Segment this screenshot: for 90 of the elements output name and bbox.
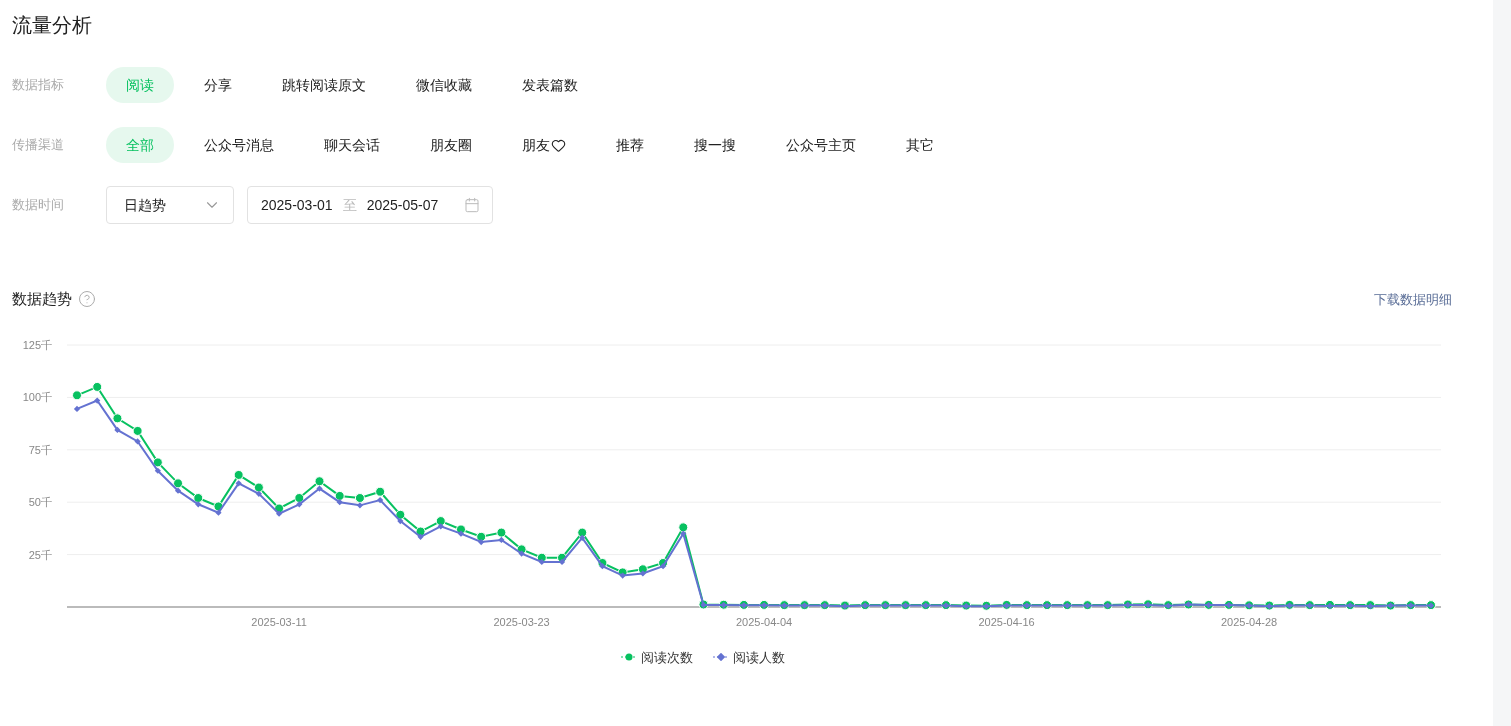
circle-marker xyxy=(274,503,285,513)
circle-marker xyxy=(476,531,487,542)
circle-marker xyxy=(132,425,143,436)
y-axis-label: 25千 xyxy=(28,548,52,561)
legend-label: 阅读人数 xyxy=(732,648,785,667)
download-link[interactable]: 下载数据明细 xyxy=(1374,289,1452,309)
diamond-marker xyxy=(296,500,303,507)
filter-option[interactable]: 微信收藏 xyxy=(396,67,492,103)
diamond-marker xyxy=(599,562,606,569)
diamond-marker xyxy=(558,558,566,565)
filter-option[interactable]: 发表篇数 xyxy=(502,67,598,103)
circle-marker xyxy=(72,389,82,400)
circle-marker xyxy=(678,521,689,532)
diamond-marker xyxy=(457,530,465,537)
y-axis-label: 100千 xyxy=(22,390,52,403)
y-axis-label: 50千 xyxy=(28,495,52,508)
granularity-dropdown[interactable]: 日趋势 xyxy=(106,186,234,224)
diamond-marker xyxy=(397,517,404,524)
heart-icon xyxy=(551,137,566,153)
y-axis-label: 75千 xyxy=(28,443,52,456)
x-axis-label: 2025-03-11 xyxy=(251,615,307,628)
circle-marker xyxy=(92,381,103,392)
circle-marker xyxy=(334,490,345,501)
diamond-marker xyxy=(195,500,202,507)
circle-marker xyxy=(193,492,204,503)
filter-option[interactable]: 跳转阅读原文 xyxy=(262,67,386,103)
circle-marker xyxy=(435,515,446,526)
circle-marker xyxy=(375,486,386,497)
x-axis-label: 2025-04-04 xyxy=(735,615,793,628)
end-date: 2025-05-07 xyxy=(366,196,439,215)
range-separator: 至 xyxy=(342,196,357,215)
diamond-marker xyxy=(94,396,101,404)
page-title: 流量分析 xyxy=(12,13,92,37)
diamond-marker xyxy=(276,510,283,517)
diamond-marker xyxy=(619,571,626,579)
filter-option[interactable]: 公众号主页 xyxy=(766,127,876,163)
filter-option[interactable]: 搜一搜 xyxy=(674,127,756,163)
circle-marker xyxy=(354,492,365,503)
diamond-marker xyxy=(659,562,667,569)
legend-dot-icon xyxy=(620,653,637,662)
diamond-marker xyxy=(134,437,141,445)
circle-marker xyxy=(395,509,406,520)
filter-label: 传播渠道 xyxy=(12,136,65,155)
diamond-marker xyxy=(73,405,81,412)
x-axis-label: 2025-04-16 xyxy=(978,615,1035,628)
filter-option[interactable]: 朋友圈 xyxy=(410,127,492,163)
diamond-marker xyxy=(518,549,525,557)
diamond-marker xyxy=(114,426,121,433)
diamond-marker xyxy=(255,490,262,497)
diamond-marker xyxy=(579,534,586,541)
circle-marker xyxy=(213,500,224,511)
circle-marker xyxy=(233,469,244,480)
circle-marker xyxy=(253,482,264,493)
diamond-marker xyxy=(437,522,444,529)
circle-marker xyxy=(112,412,123,423)
date-range-field[interactable]: 2025-03-01 至 2025-05-07 xyxy=(247,186,493,224)
legend-diamond-icon xyxy=(712,653,729,662)
calendar-icon xyxy=(464,197,480,213)
circle-marker xyxy=(496,527,507,538)
diamond-marker xyxy=(417,533,424,540)
filter-label: 数据时间 xyxy=(12,196,65,215)
filter-option[interactable]: 聊天会话 xyxy=(304,127,400,163)
filter-option[interactable]: 分享 xyxy=(184,67,252,103)
section-title: 数据趋势 xyxy=(12,289,72,309)
circle-marker xyxy=(173,477,184,488)
help-icon[interactable] xyxy=(78,290,96,309)
filter-option[interactable]: 推荐 xyxy=(596,127,664,163)
diamond-marker xyxy=(680,530,687,537)
diamond-marker xyxy=(478,538,485,545)
y-axis-label: 125千 xyxy=(22,338,52,351)
x-axis-label: 2025-04-28 xyxy=(1221,615,1278,628)
diamond-marker xyxy=(498,536,505,543)
x-axis-label: 2025-03-23 xyxy=(493,615,550,628)
diamond-marker xyxy=(639,569,646,577)
circle-marker xyxy=(152,456,163,467)
diamond-marker xyxy=(336,498,343,505)
diamond-marker xyxy=(538,558,545,565)
filter-option[interactable]: 其它 xyxy=(886,127,954,163)
diamond-marker xyxy=(316,484,323,492)
filter-option[interactable]: 公众号消息 xyxy=(184,127,294,163)
diamond-marker xyxy=(215,509,222,516)
circle-marker xyxy=(415,526,426,537)
diamond-marker xyxy=(356,501,364,508)
circle-marker xyxy=(577,527,588,538)
filter-option[interactable]: 朋友 xyxy=(502,127,586,163)
start-date: 2025-03-01 xyxy=(261,196,333,215)
circle-marker xyxy=(314,475,325,486)
legend-label: 阅读次数 xyxy=(640,648,693,667)
filter-label: 数据指标 xyxy=(12,76,65,95)
circle-marker xyxy=(294,492,305,503)
